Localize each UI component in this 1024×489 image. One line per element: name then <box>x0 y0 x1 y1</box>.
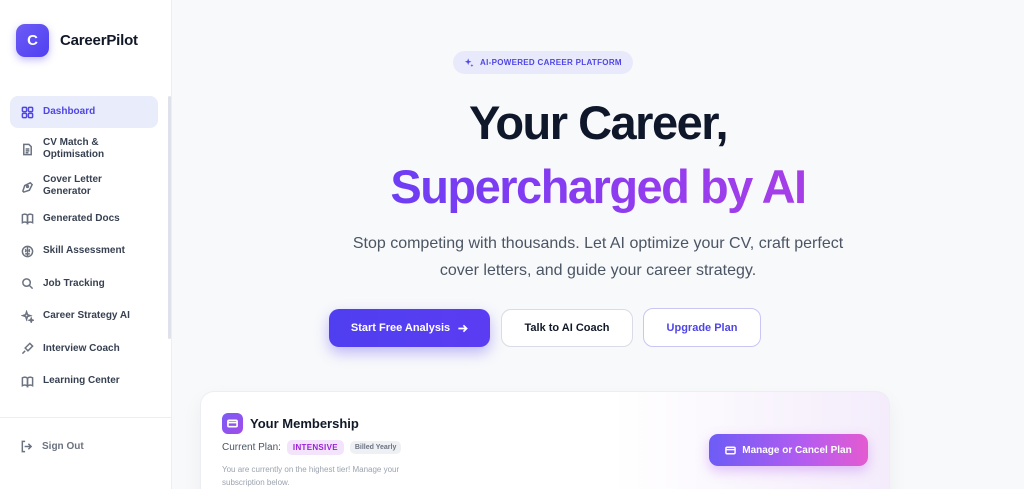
sidebar-item-label: CV Match & Optimisation <box>43 137 105 160</box>
dashboard-grid-icon <box>20 105 34 119</box>
sidebar-item-cover-letter[interactable]: Cover Letter Generator <box>10 170 158 202</box>
sign-out-label: Sign Out <box>42 441 84 452</box>
manage-plan-button[interactable]: Manage or Cancel Plan <box>709 434 868 466</box>
sparkles-icon <box>20 309 34 323</box>
start-free-analysis-label: Start Free Analysis <box>350 322 451 334</box>
sidebar-item-label: Career Strategy AI <box>43 310 130 321</box>
sparkles-icon <box>464 57 474 67</box>
sidebar-item-label: Cover Letter Generator <box>43 174 102 197</box>
hero-subtitle-line1: Stop competing with thousands. Let AI op… <box>352 235 844 252</box>
talk-to-ai-coach-label: Talk to AI Coach <box>524 322 610 334</box>
book-open-icon <box>20 374 34 388</box>
current-plan-label: Current Plan: <box>222 442 281 453</box>
sidebar-item-label: Generated Docs <box>43 212 120 224</box>
hero-subtitle: Stop competing with thousands. Let AI op… <box>172 230 1024 284</box>
sidebar-nav: Dashboard CV Match & Optimisation Cover … <box>10 96 158 398</box>
sidebar-scrollbar[interactable] <box>168 96 171 339</box>
arrow-right-icon <box>458 324 468 332</box>
sidebar-item-label: Interview Coach <box>43 342 120 354</box>
credit-card-icon <box>222 413 243 434</box>
pen-nib-icon <box>20 179 34 193</box>
sidebar-item-label: Skill Assessment <box>43 245 125 256</box>
microphone-icon <box>20 342 34 356</box>
sign-out-icon <box>21 440 33 453</box>
book-open-icon <box>20 212 34 226</box>
membership-title: Your Membership <box>250 416 359 431</box>
sidebar-item-label: Dashboard <box>43 106 96 117</box>
membership-header: Your Membership <box>222 413 359 434</box>
membership-note: You are currently on the highest tier! M… <box>222 465 400 487</box>
brand-name: CareerPilot <box>60 32 138 49</box>
sidebar-item-generated-docs[interactable]: Generated Docs <box>10 203 158 235</box>
sidebar-item-skill-assessment[interactable]: Skill Assessment <box>10 235 158 267</box>
sidebar-item-interview-coach[interactable]: Interview Coach <box>10 333 158 365</box>
plan-badge: INTENSIVE <box>286 440 344 455</box>
brand[interactable]: C CareerPilot <box>16 24 138 57</box>
sidebar-item-label: Learning Center <box>43 375 120 386</box>
sidebar-item-label: Job Tracking <box>43 277 105 289</box>
current-plan-row: Current Plan: INTENSIVE Billed Yearly <box>222 440 402 455</box>
platform-badge: AI-POWERED CAREER PLATFORM <box>453 51 633 74</box>
start-free-analysis-button[interactable]: Start Free Analysis <box>329 309 490 347</box>
search-icon <box>20 277 34 291</box>
hero-title-highlight: Supercharged by AI <box>390 160 807 213</box>
sidebar-item-learning-center[interactable]: Learning Center <box>10 365 158 397</box>
sidebar-divider <box>0 417 172 418</box>
sidebar-item-job-tracking[interactable]: Job Tracking <box>10 268 158 300</box>
document-icon <box>20 142 34 156</box>
brand-logo: C <box>16 24 49 57</box>
upgrade-plan-label: Upgrade Plan <box>666 321 738 334</box>
sidebar-item-career-strategy[interactable]: Career Strategy AI <box>10 300 158 332</box>
hero-subtitle-line2: cover letters, and guide your career str… <box>439 262 757 279</box>
manage-plan-label: Manage or Cancel Plan <box>742 444 852 456</box>
upgrade-plan-button[interactable]: Upgrade Plan <box>643 308 761 347</box>
sidebar: C CareerPilot Dashboard CV Match & Optim… <box>0 0 172 489</box>
talk-to-ai-coach-button[interactable]: Talk to AI Coach <box>501 309 633 347</box>
hero-title-line2: Supercharged by AI <box>172 158 1024 216</box>
brain-icon <box>20 244 34 258</box>
sidebar-item-dashboard[interactable]: Dashboard <box>10 96 158 128</box>
credit-card-icon <box>725 446 737 454</box>
sign-out-button[interactable]: Sign Out <box>20 440 84 453</box>
badge-label: AI-POWERED CAREER PLATFORM <box>480 58 622 67</box>
hero-title-line1: Your Career, <box>468 96 729 149</box>
sidebar-item-cv-match[interactable]: CV Match & Optimisation <box>10 129 158 170</box>
billing-badge: Billed Yearly <box>349 441 402 454</box>
